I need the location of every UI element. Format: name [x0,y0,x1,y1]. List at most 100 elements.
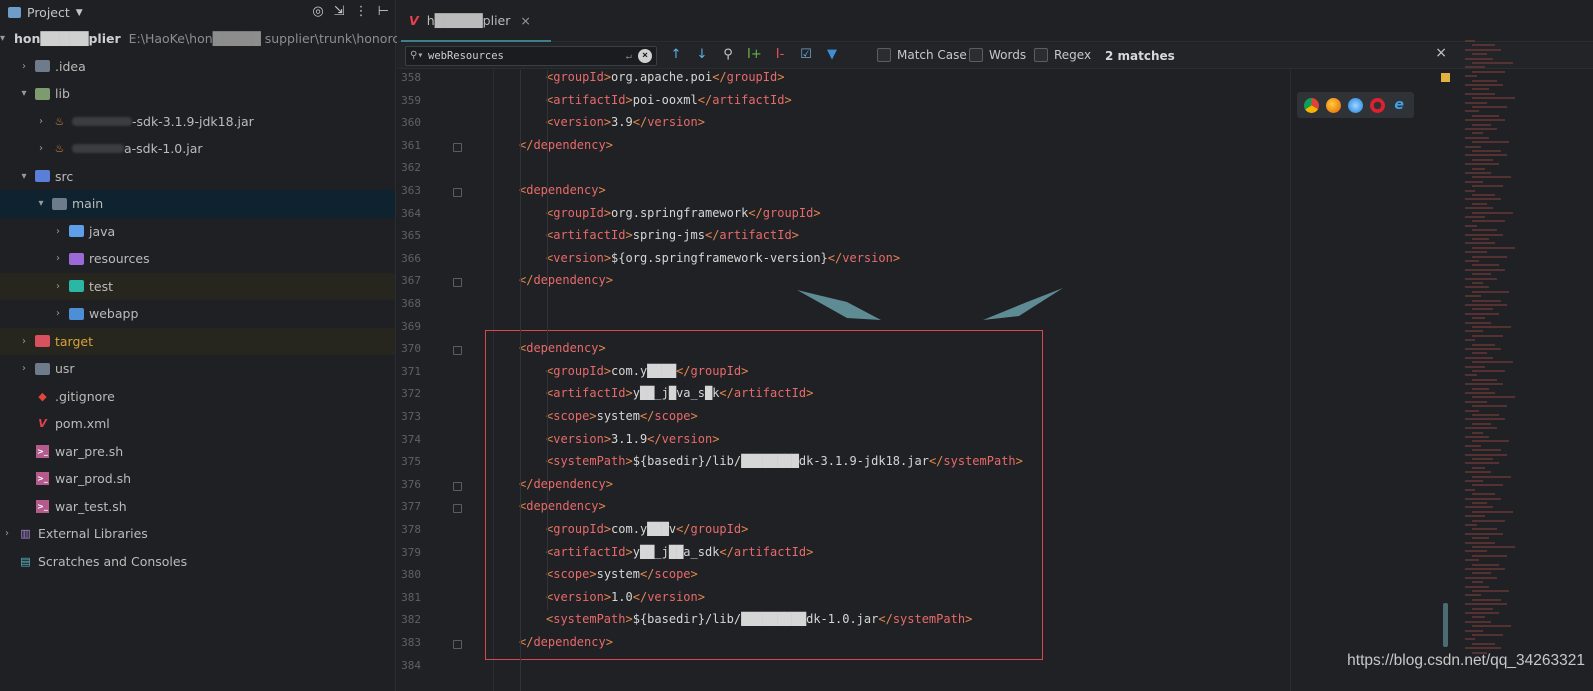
folder-icon [52,197,67,210]
tree-item-java[interactable]: › java [0,218,395,246]
chrome-icon[interactable] [1304,97,1320,113]
chevron-down-icon[interactable]: ▾ [17,171,31,182]
chevron-right-icon[interactable]: › [0,528,14,539]
chevron-right-icon[interactable]: › [51,253,65,264]
editor-tab-pom[interactable]: V h█████plier × [401,0,551,42]
tree-item-war-prod[interactable]: >_ war_prod.sh [0,465,395,493]
tree-item-src[interactable]: ▾ src [0,163,395,191]
minimap-stripe [1472,590,1509,592]
tree-item-resources[interactable]: › resources [0,245,395,273]
match-case-checkbox[interactable] [877,48,891,62]
chevron-right-icon[interactable]: › [34,116,48,127]
chevron-right-icon[interactable]: › [34,143,48,154]
tree-item-war-test[interactable]: >_ war_test.sh [0,493,395,521]
chevron-right-icon[interactable]: › [17,336,31,347]
minimap-stripe [1465,524,1477,526]
fold-marker-icon[interactable] [453,481,462,491]
scrollbar-thumb[interactable] [1443,603,1448,647]
close-icon[interactable]: × [520,13,530,28]
tree-item-root[interactable]: ▾ hon█████plier E:\HaoKe\hon█████ suppli… [0,25,399,53]
find-in-file-icon[interactable]: ⚲ [721,47,735,62]
words-option[interactable]: Words [969,48,1026,62]
line-number: 379 [401,545,421,559]
regex-option[interactable]: Regex [1034,48,1091,62]
chevron-down-icon[interactable]: ▾ [0,33,5,44]
project-panel: Project ▼ ◎ ⇲ ⋮ ⊢ ▾ hon█████plier E:\Hao… [0,0,399,691]
fold-marker-icon[interactable] [453,504,462,514]
tree-item-main[interactable]: ▾ main [0,190,395,218]
next-occurrence-icon[interactable]: ↓ [695,47,709,62]
collapse-icon[interactable]: ⇲ [334,4,345,19]
minimap-stripe [1472,625,1511,628]
tag-bracket: > [598,183,606,197]
fold-marker-icon[interactable] [453,188,462,197]
minimap-stripe [1465,620,1491,623]
hide-icon[interactable]: ⊢ [378,4,389,19]
fold-marker-icon[interactable] [453,142,462,152]
chevron-right-icon[interactable]: › [51,226,65,237]
select-all-occurrences-icon[interactable]: ☑ [799,47,813,62]
chevron-right-icon[interactable]: › [17,61,31,72]
fold-marker-icon[interactable] [453,346,462,356]
line-number: 372 [401,387,421,401]
filter-icon[interactable]: ▼ [825,47,839,62]
fold-marker-icon[interactable] [453,278,462,288]
tree-item-gitignore[interactable]: ◆ .gitignore [0,383,395,411]
line-number: 367 [401,274,421,288]
minimap-stripe [1465,180,1483,183]
more-icon[interactable]: ⋮ [355,4,368,19]
tree-item-pom[interactable]: V pom.xml [0,410,395,438]
chevron-down-icon[interactable]: ▼ [76,8,83,18]
regex-checkbox[interactable] [1034,48,1048,62]
tree-item-jar-2[interactable]: › ♨ a-sdk-1.0.jar [0,135,395,163]
tag-bracket: > [603,205,612,220]
tag-bracket: </ [748,205,763,220]
line-number: 376 [401,477,421,491]
minimap-stripe [1472,440,1509,443]
chevron-down-icon[interactable]: ▾ [34,198,48,209]
target-icon[interactable]: ◎ [312,4,323,19]
minimap-stripe [1465,629,1483,632]
tree-item-scratches[interactable]: ▤ Scratches and Consoles [0,548,395,576]
minimap-stripe [1472,53,1487,56]
close-icon[interactable]: × [1435,45,1447,61]
tag-value: org.apache.poi [611,70,713,84]
newline-icon[interactable]: ↵ [626,47,632,65]
tree-item-jar-1[interactable]: › ♨ -sdk-3.1.9-jdk18.jar [0,108,395,136]
tree-item-webapp[interactable]: › webapp [0,300,395,328]
tree-item-war-pre[interactable]: >_ war_pre.sh [0,438,395,466]
add-occurrence-icon[interactable]: I+ [747,47,762,62]
chevron-right-icon[interactable]: › [51,308,65,319]
tree-item-test[interactable]: › test [0,272,395,300]
inspection-warning-icon[interactable] [1441,73,1450,82]
chevron-right-icon[interactable]: › [17,363,31,374]
tag-bracket: </ [519,137,534,152]
code-editor[interactable]: 358 359 360 361 362 363 364 365 366 367 368 369 370 3… [397,70,1290,691]
chevron-right-icon[interactable]: › [51,281,65,292]
minimap-stripe [1472,458,1493,460]
search-icon[interactable]: ⚲▾ [410,47,423,65]
match-case-label: Match Case [897,48,967,62]
tree-item-lib[interactable]: ▾ lib [0,80,395,108]
words-checkbox[interactable] [969,48,983,62]
tree-item-target[interactable]: › target [0,327,395,355]
clear-icon[interactable]: × [638,49,652,63]
match-case-option[interactable]: Match Case [877,48,967,62]
fold-marker-icon[interactable] [453,640,462,649]
tree-item-external-libraries[interactable]: › ▥ External Libraries [0,520,395,548]
minimap-stripe [1472,106,1507,108]
previous-occurrence-icon[interactable]: ↑ [669,47,683,62]
minimap-stripe [1472,273,1491,276]
firefox-icon[interactable] [1326,97,1342,113]
remove-occurrence-icon[interactable]: I- [773,47,787,62]
safari-icon[interactable] [1347,97,1363,113]
error-stripe[interactable] [1457,40,1561,660]
chevron-down-icon[interactable]: ▾ [17,88,31,99]
tree-item-idea[interactable]: › .idea [0,53,395,81]
tree-item-usr[interactable]: › usr [0,355,395,383]
tree-item-label: src [55,168,74,184]
search-input[interactable]: ⚲▾ webResources ↵ × [405,46,657,66]
project-panel-title[interactable]: Project [27,5,70,20]
opera-icon[interactable] [1369,97,1385,113]
ie-icon[interactable]: e [1391,97,1407,113]
